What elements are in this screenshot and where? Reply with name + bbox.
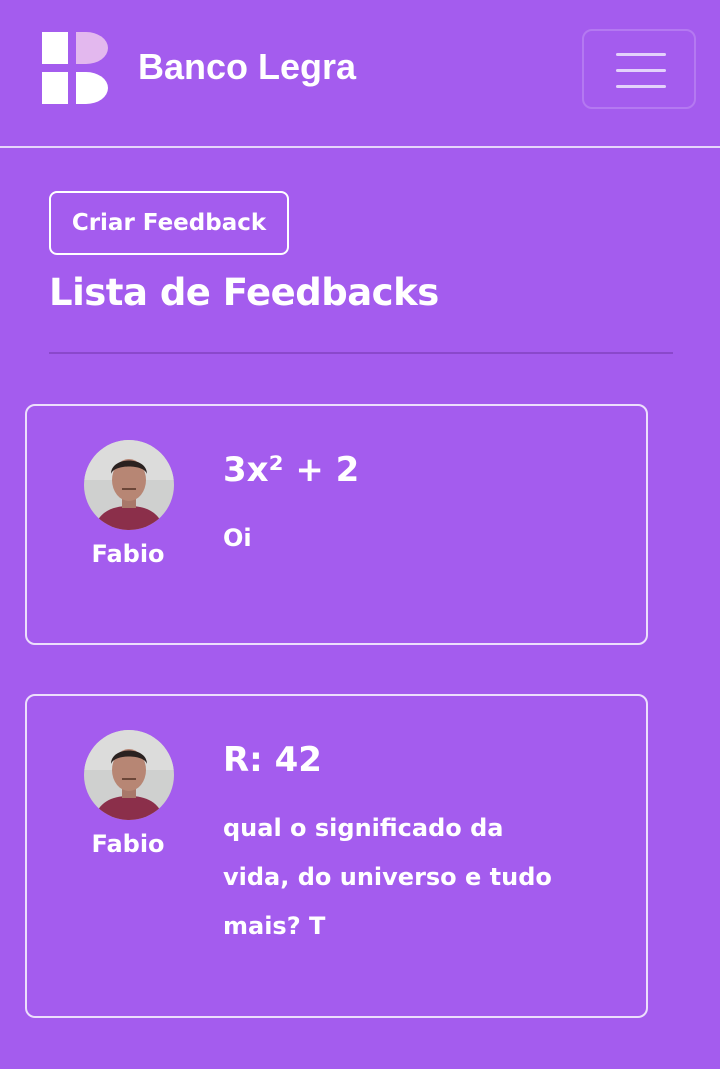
- feedback-body: qual o significado da vida, do universo …: [223, 814, 552, 940]
- author-name: Fabio: [91, 540, 165, 568]
- feedback-body: Oi: [223, 524, 252, 552]
- feedback-title: R: 42: [223, 740, 322, 780]
- feedback-card: Fabio 3x² + 2 Oi: [25, 404, 648, 645]
- avatar: [84, 440, 174, 530]
- author-name: Fabio: [91, 830, 165, 858]
- page-title: Lista de Feedbacks: [49, 271, 439, 314]
- divider: [49, 352, 673, 354]
- create-feedback-button[interactable]: Criar Feedback: [49, 191, 289, 255]
- brand-name[interactable]: Banco Legra: [138, 44, 356, 90]
- feedback-title: 3x² + 2: [223, 450, 360, 490]
- menu-toggle-button[interactable]: [582, 29, 696, 109]
- feedback-card: Fabio R: 42 qual o significado da vida, …: [25, 694, 648, 1018]
- avatar: [84, 730, 174, 820]
- navbar: Banco Legra: [0, 0, 720, 148]
- brand-logo-icon[interactable]: [42, 32, 108, 104]
